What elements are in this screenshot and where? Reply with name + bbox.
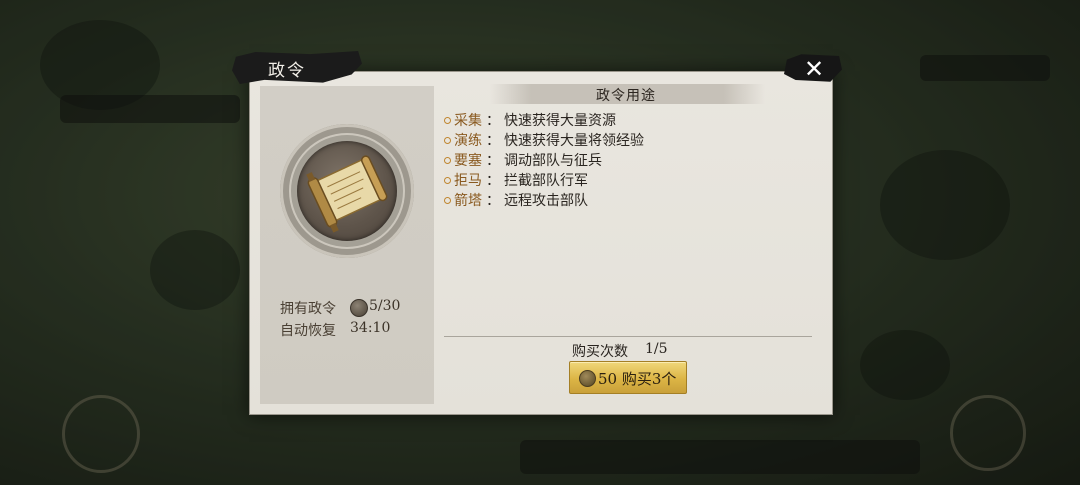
usage-item: 演练：快速获得大量将领经验 xyxy=(444,130,644,150)
usage-item: 拒马：拦截部队行军 xyxy=(444,170,588,190)
buy-decree-button[interactable]: 50 购买3个 xyxy=(569,361,687,394)
close-button[interactable]: ✕ xyxy=(784,54,842,83)
bullet-icon xyxy=(444,156,451,164)
usage-item: 采集：快速获得大量资源 xyxy=(444,110,616,130)
bullet-icon xyxy=(444,116,451,124)
decree-emblem xyxy=(280,124,414,258)
buy-button-label: 50 购买3个 xyxy=(598,370,677,388)
purchase-count-value: 1/5 xyxy=(645,341,668,357)
usage-title: 政令用途 xyxy=(596,88,656,104)
usage-item: 要塞：调动部队与征兵 xyxy=(444,150,602,170)
auto-recover-timer: 34:10 xyxy=(350,320,391,336)
auto-recover-label: 自动恢复 xyxy=(280,323,336,339)
owned-decree-label: 拥有政令 xyxy=(280,301,336,317)
bullet-icon xyxy=(444,136,451,144)
bullet-icon xyxy=(444,196,451,204)
gold-coin-icon xyxy=(579,370,596,387)
bullet-icon xyxy=(444,176,451,184)
divider xyxy=(444,336,812,337)
dialog-title: 政令 xyxy=(268,61,306,81)
purchase-count-label: 购买次数 xyxy=(572,344,628,360)
decree-token-icon xyxy=(350,299,368,317)
owned-decree-value: 5/30 xyxy=(369,298,401,314)
usage-item: 箭塔：远程攻击部队 xyxy=(444,190,588,210)
decree-scroll-icon xyxy=(306,155,388,233)
close-icon: ✕ xyxy=(804,55,825,83)
